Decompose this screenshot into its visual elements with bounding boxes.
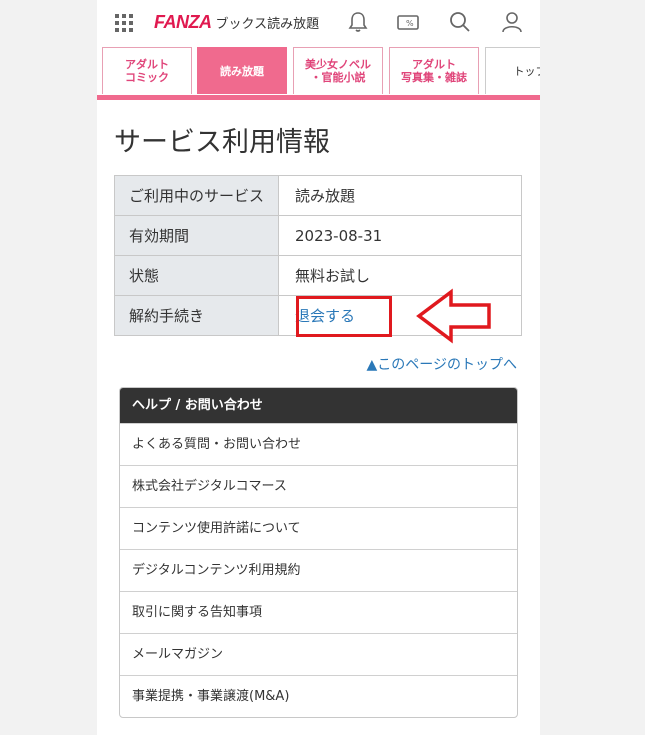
row-label: 有効期間 (114, 215, 279, 256)
help-panel: ヘルプ / お問い合わせ よくある質問・お問い合わせ 株式会社デジタルコマース … (119, 387, 518, 718)
tab-underline (97, 95, 540, 100)
help-item-mail-magazine[interactable]: メールマガジン (120, 633, 517, 675)
header: FANZA ブックス読み放題 % (97, 0, 540, 44)
help-item-faq[interactable]: よくある質問・お問い合わせ (120, 423, 517, 465)
fanza-logo: FANZA (154, 11, 212, 32)
coupon-icon[interactable]: % (396, 10, 420, 34)
help-item-company[interactable]: 株式会社デジタルコマース (120, 465, 517, 507)
coupon-percent: % (406, 19, 414, 28)
row-label: 状態 (114, 255, 279, 296)
tab-top[interactable]: トップ (485, 47, 540, 94)
row-label: 解約手続き (114, 295, 279, 336)
table-row: 有効期間 2023-08-31 (114, 215, 522, 256)
search-icon[interactable] (448, 10, 472, 34)
grid-icon[interactable] (114, 13, 134, 33)
help-item-license[interactable]: コンテンツ使用許諾について (120, 507, 517, 549)
annotation-arrow-icon (416, 288, 491, 344)
user-icon[interactable] (500, 10, 524, 34)
help-item-terms[interactable]: デジタルコンテンツ利用規約 (120, 549, 517, 591)
table-row: ご利用中のサービス 読み放題 (114, 175, 522, 216)
row-value: 2023-08-31 (278, 215, 522, 256)
category-tabs: アダルト コミック 読み放題 美少女ノベル ・官能小説 アダルト 写真集・雑誌 … (97, 47, 540, 95)
page-title: サービス利用情報 (114, 127, 330, 158)
page: FANZA ブックス読み放題 % アダルト コミック 読み放題 美少女ノベル ・… (97, 0, 540, 735)
annotation-highlight-box (296, 296, 392, 337)
row-value: 読み放題 (278, 175, 522, 216)
tab-adult-comic[interactable]: アダルト コミック (102, 47, 192, 94)
tab-photobook[interactable]: アダルト 写真集・雑誌 (389, 47, 479, 94)
help-title: ヘルプ / お問い合わせ (120, 388, 517, 423)
help-item-business-alliance[interactable]: 事業提携・事業譲渡(M&A) (120, 675, 517, 717)
brand[interactable]: FANZA ブックス読み放題 (154, 11, 319, 33)
tab-unlimited[interactable]: 読み放題 (197, 47, 287, 94)
service-name: ブックス読み放題 (215, 16, 320, 32)
bell-icon[interactable] (346, 10, 370, 34)
page-top-link[interactable]: ▲このページのトップへ (367, 354, 518, 374)
tab-novel[interactable]: 美少女ノベル ・官能小説 (293, 47, 383, 94)
help-item-transaction-notice[interactable]: 取引に関する告知事項 (120, 591, 517, 633)
row-label: ご利用中のサービス (114, 175, 279, 216)
